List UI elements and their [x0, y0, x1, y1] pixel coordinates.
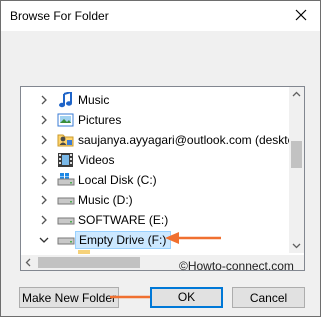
ok-button[interactable]: OK — [150, 287, 223, 308]
tree-item-empty-drive-f[interactable]: Empty Drive (F:) — [21, 230, 289, 250]
make-new-folder-button[interactable]: Make New Folder — [19, 287, 119, 308]
folder-icon — [78, 250, 90, 254]
chevron-right-icon[interactable] — [39, 195, 49, 205]
chevron-right-icon[interactable] — [39, 155, 49, 165]
tree-item-local-disk-c[interactable]: Local Disk (C:) — [21, 170, 289, 190]
tree-item-label: Pictures — [78, 113, 122, 127]
watermark: ©Howto-connect.com — [179, 259, 294, 273]
title-bar: Browse For Folder — [1, 1, 320, 31]
tree-item-label: saujanya.ayyagari@outlook.com (deskto — [78, 133, 295, 147]
drive-icon — [57, 217, 75, 225]
tree-item-label: Music (D:) — [78, 193, 133, 207]
tree-item-label: Local Disk (C:) — [78, 173, 157, 187]
tree-item-label: Empty Drive (F:) — [75, 231, 172, 249]
windows-drive-icon — [57, 173, 75, 186]
scroll-down-icon[interactable] — [289, 238, 304, 253]
user-folder-icon — [57, 134, 74, 147]
close-icon[interactable] — [292, 6, 310, 24]
tree-item-videos[interactable]: Videos — [21, 150, 289, 170]
chevron-right-icon[interactable] — [39, 175, 49, 185]
tree-item-user-folder[interactable]: saujanya.ayyagari@outlook.com (deskto — [21, 130, 294, 150]
tree-item-pictures[interactable]: Pictures — [21, 110, 289, 130]
tree-item-software-e[interactable]: SOFTWARE (E:) — [21, 210, 289, 230]
chevron-right-icon[interactable] — [39, 135, 49, 145]
drive-icon — [57, 237, 75, 245]
dialog-title: Browse For Folder — [10, 9, 109, 23]
browse-for-folder-dialog: Browse For Folder Music Pictures saujany… — [0, 0, 321, 317]
vertical-scrollbar[interactable] — [289, 87, 304, 253]
cancel-button[interactable]: Cancel — [232, 287, 305, 308]
annotation-arrow-icon — [165, 232, 221, 244]
tree-item-label: Music — [78, 93, 110, 107]
vertical-scroll-thumb[interactable] — [291, 141, 302, 168]
tree-item-label: Videos — [78, 153, 115, 167]
horizontal-scroll-thumb[interactable] — [38, 257, 140, 268]
scroll-left-icon[interactable] — [21, 255, 36, 270]
drive-icon — [57, 197, 75, 205]
videos-folder-icon — [58, 153, 73, 167]
chevron-down-icon[interactable] — [39, 235, 49, 245]
scroll-up-icon[interactable] — [289, 87, 304, 102]
tree-item-label: SOFTWARE (E:) — [78, 213, 169, 227]
chevron-right-icon[interactable] — [39, 215, 49, 225]
chevron-right-icon[interactable] — [39, 115, 49, 125]
tree-item-music[interactable]: Music — [21, 90, 289, 110]
tree-item-music-d[interactable]: Music (D:) — [21, 190, 289, 210]
chevron-right-icon[interactable] — [39, 95, 49, 105]
pictures-folder-icon — [57, 113, 74, 127]
music-note-icon — [59, 92, 72, 108]
